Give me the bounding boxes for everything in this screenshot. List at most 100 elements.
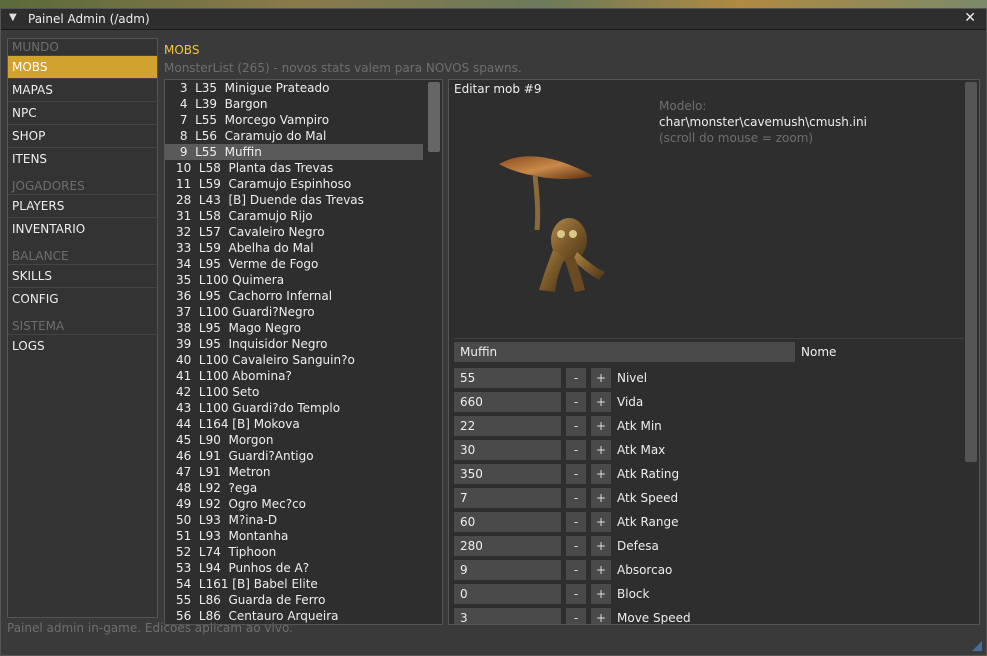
monster-list-item[interactable]: 28 L43 [B] Duende das Trevas [165,192,442,208]
increment-button[interactable]: + [591,440,611,460]
increment-button[interactable]: + [591,536,611,556]
increment-button[interactable]: + [591,368,611,388]
monster-list-item[interactable]: 53 L94 Punhos de A? [165,560,442,576]
monster-list-item[interactable]: 11 L59 Caramujo Espinhoso [165,176,442,192]
monster-list-item[interactable]: 48 L92 ?ega [165,480,442,496]
stat-value-input[interactable]: 22 [454,416,561,436]
stat-value-input[interactable]: 660 [454,392,561,412]
decrement-button[interactable]: - [566,488,586,508]
monster-list-item[interactable]: 35 L100 Quimera [165,272,442,288]
stat-label: Move Speed [617,611,691,625]
mob-model-preview[interactable] [495,150,615,300]
sidebar-item-mobs[interactable]: MOBS [8,55,157,78]
increment-button[interactable]: + [591,392,611,412]
monster-list-item[interactable]: 47 L91 Metron [165,464,442,480]
sidebar: MUNDO MOBS MAPAS NPC SHOP ITENS JOGADORE… [7,38,158,618]
sidebar-item-mapas[interactable]: MAPAS [8,78,157,101]
increment-button[interactable]: + [591,584,611,604]
decrement-button[interactable]: - [566,512,586,532]
monster-list-item[interactable]: 54 L161 [B] Babel Elite [165,576,442,592]
monster-list-item[interactable]: 36 L95 Cachorro Infernal [165,288,442,304]
sidebar-item-skills[interactable]: SKILLS [8,264,157,287]
title-bar[interactable]: ▼ Painel Admin (/adm) ✕ [1,9,986,30]
stat-value-input[interactable]: 7 [454,488,561,508]
window-title: Painel Admin (/adm) [28,12,150,26]
stat-value-input[interactable]: 55 [454,368,561,388]
stat-value-input[interactable]: 280 [454,536,561,556]
monster-list-item[interactable]: 40 L100 Cavaleiro Sanguin?o [165,352,442,368]
admin-panel-window: ▼ Painel Admin (/adm) ✕ MUNDO MOBS MAPAS… [0,8,987,656]
stat-label: Atk Speed [617,491,679,505]
monster-list-item[interactable]: 9 L55 Muffin [165,144,423,160]
monster-list-item[interactable]: 42 L100 Seto [165,384,442,400]
monster-list-item[interactable]: 32 L57 Cavaleiro Negro [165,224,442,240]
monster-list-item[interactable]: 33 L59 Abelha do Mal [165,240,442,256]
sidebar-item-players[interactable]: PLAYERS [8,194,157,217]
monster-list-item[interactable]: 51 L93 Montanha [165,528,442,544]
increment-button[interactable]: + [591,608,611,624]
monster-list-scrollbar[interactable] [428,82,440,152]
decrement-button[interactable]: - [566,560,586,580]
model-zoom-hint: (scroll do mouse = zoom) [659,131,814,145]
increment-button[interactable]: + [591,464,611,484]
stat-value-input[interactable]: 30 [454,440,561,460]
monster-list-item[interactable]: 49 L92 Ogro Mec?co [165,496,442,512]
decrement-button[interactable]: - [566,608,586,624]
monster-list-item[interactable]: 43 L100 Guardi?do Templo [165,400,442,416]
stat-value-input[interactable]: 3 [454,608,561,624]
increment-button[interactable]: + [591,488,611,508]
sidebar-item-shop[interactable]: SHOP [8,124,157,147]
increment-button[interactable]: + [591,560,611,580]
stat-value-input[interactable]: 350 [454,464,561,484]
monster-list-item[interactable]: 38 L95 Mago Negro [165,320,442,336]
monster-list-item[interactable]: 31 L58 Caramujo Rijo [165,208,442,224]
stat-label: Atk Min [617,419,662,433]
sidebar-item-config[interactable]: CONFIG [8,287,157,310]
decrement-button[interactable]: - [566,368,586,388]
decrement-button[interactable]: - [566,464,586,484]
sidebar-item-npc[interactable]: NPC [8,101,157,124]
mob-name-input[interactable]: Muffin [454,342,795,362]
stat-label: Nivel [617,371,648,385]
monster-list-item[interactable]: 46 L91 Guardi?Antigo [165,448,442,464]
decrement-button[interactable]: - [566,584,586,604]
increment-button[interactable]: + [591,512,611,532]
monster-list-item[interactable]: 44 L164 [B] Mokova [165,416,442,432]
decrement-button[interactable]: - [566,536,586,556]
stat-value-input[interactable]: 9 [454,560,561,580]
sidebar-item-logs[interactable]: LOGS [8,334,157,357]
sidebar-heading-balance: BALANCE [12,249,69,263]
stat-label: Atk Max [617,443,666,457]
decrement-button[interactable]: - [566,392,586,412]
monster-list-item[interactable]: 7 L55 Morcego Vampiro [165,112,442,128]
sidebar-item-inventario[interactable]: INVENTARIO [8,217,157,240]
monster-list[interactable]: 3 L35 Minigue Prateado 4 L39 Bargon 7 L5… [164,79,443,625]
monster-list-item[interactable]: 37 L100 Guardi?Negro [165,304,442,320]
monster-list-item[interactable]: 8 L56 Caramujo do Mal [165,128,442,144]
monster-list-item[interactable]: 39 L95 Inquisidor Negro [165,336,442,352]
monster-list-item[interactable]: 50 L93 M?ina-D [165,512,442,528]
editor-scrollbar[interactable] [965,82,977,462]
game-background [0,0,987,8]
monster-list-item[interactable]: 10 L58 Planta das Trevas [165,160,442,176]
sidebar-item-itens[interactable]: ITENS [8,147,157,170]
monster-list-item[interactable]: 3 L35 Minigue Prateado [165,80,442,96]
stat-value-input[interactable]: 0 [454,584,561,604]
resize-grip[interactable] [972,641,982,651]
decrement-button[interactable]: - [566,440,586,460]
monster-list-item[interactable]: 34 L95 Verme de Fogo [165,256,442,272]
stat-label: Atk Rating [617,467,680,481]
monster-list-item[interactable]: 4 L39 Bargon [165,96,442,112]
stat-value-input[interactable]: 60 [454,512,561,532]
collapse-arrow-icon[interactable]: ▼ [9,12,17,23]
monster-list-item[interactable]: 55 L86 Guarda de Ferro [165,592,442,608]
monster-list-item[interactable]: 41 L100 Abomina? [165,368,442,384]
status-bar-text: Painel admin in-game. Edicoes aplicam ao… [7,621,293,635]
close-icon[interactable]: ✕ [964,10,976,26]
increment-button[interactable]: + [591,416,611,436]
monster-list-item[interactable]: 45 L90 Morgon [165,432,442,448]
decrement-button[interactable]: - [566,416,586,436]
monster-list-item[interactable]: 52 L74 Tiphoon [165,544,442,560]
model-label: Modelo: [659,99,707,113]
model-path: char\monster\cavemush\cmush.ini [659,115,867,129]
